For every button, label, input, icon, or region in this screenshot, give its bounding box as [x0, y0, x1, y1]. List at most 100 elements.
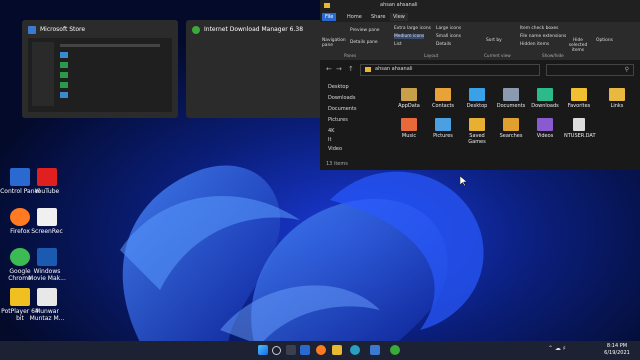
file-item[interactable]: Saved Games — [462, 118, 492, 145]
ribbon-group-current-view: Current view — [484, 53, 511, 58]
details-pane-button[interactable]: Details pane — [350, 40, 378, 45]
desktop-icon-screenrec[interactable]: ScreenRec — [27, 208, 67, 235]
details-option[interactable]: Details — [436, 42, 451, 47]
file-item[interactable]: Documents — [496, 88, 526, 109]
nav-item-video[interactable]: Video — [328, 146, 342, 152]
clock-time[interactable]: 8:14 PM — [600, 343, 634, 349]
up-arrow-icon[interactable]: ↑ — [348, 65, 354, 73]
medium-icons-option[interactable]: Medium icons — [394, 34, 425, 39]
small-icons-option[interactable]: Small icons — [436, 34, 461, 39]
file-item[interactable]: Contacts — [428, 88, 458, 109]
favorites-folder-icon — [571, 88, 587, 101]
list-option[interactable]: List — [394, 42, 402, 47]
back-arrow-icon[interactable]: ← — [326, 65, 332, 73]
file-explorer-window: ahsan ahsanali File Home Share View Navi… — [320, 0, 640, 170]
file-name: Downloads — [531, 103, 559, 109]
nav-item-pictures[interactable]: Pictures — [328, 117, 348, 123]
file-item[interactable]: Links — [602, 88, 632, 109]
desktop-icon-youtube[interactable]: YouTube — [27, 168, 67, 195]
file-name: Videos — [536, 133, 554, 139]
nav-item-downloads[interactable]: Downloads — [328, 95, 355, 101]
ribbon-tabs: File Home Share View — [320, 12, 640, 22]
sort-by-button[interactable]: Sort by — [486, 38, 502, 43]
youtube-icon — [37, 168, 57, 186]
searches-folder-icon — [503, 118, 519, 131]
tab-file[interactable]: File — [322, 13, 337, 21]
hidden-items-toggle[interactable]: Hidden items — [520, 42, 549, 47]
address-bar[interactable]: ahsan ahsanali — [360, 64, 540, 76]
address-row: ← → ↑ ahsan ahsanali ⚲ — [320, 62, 640, 76]
ribbon: Navigation pane Preview pane Details pan… — [320, 22, 640, 60]
snap-thumbnail-idm[interactable]: Internet Download Manager 6.38 — [186, 20, 342, 118]
title-bar: ahsan ahsanali — [320, 0, 640, 12]
file-item[interactable]: AppData — [394, 88, 424, 109]
forward-arrow-icon[interactable]: → — [336, 65, 342, 73]
thumbnail-title: Microsoft Store — [40, 26, 86, 33]
desktop-icon-label: Munwar Muntaz M... — [29, 308, 65, 322]
movie-maker-icon — [37, 248, 57, 266]
tab-share[interactable]: Share — [368, 13, 388, 21]
item-check-boxes-toggle[interactable]: Item check boxes — [520, 26, 558, 31]
options-button[interactable]: Options — [596, 38, 613, 43]
desktop-icon-movie-maker[interactable]: Windows Movie Mak... — [27, 248, 67, 282]
file-name: AppData — [398, 103, 420, 109]
task-view-icon[interactable] — [286, 345, 296, 355]
snap-thumbnail-microsoft-store[interactable]: Microsoft Store — [22, 20, 178, 118]
screenrec-icon — [37, 208, 57, 226]
edge-taskbar-icon[interactable] — [350, 345, 360, 355]
taskbar: ⌃ ☁ ♯ 8:14 PM 6/19/2021 — [0, 341, 640, 360]
desktop-icon-label: YouTube — [34, 188, 60, 195]
ribbon-group-panes: Panes — [344, 53, 357, 58]
saved-games-folder-icon — [469, 118, 485, 131]
nav-item-desktop[interactable]: Desktop — [328, 84, 349, 90]
system-tray[interactable]: ⌃ ☁ ♯ — [548, 345, 566, 352]
address-text: ahsan ahsanali — [375, 66, 413, 72]
desktop-icon-munwar[interactable]: Munwar Muntaz M... — [27, 288, 67, 322]
search-box[interactable]: ⚲ — [546, 64, 634, 76]
start-icon[interactable] — [258, 345, 268, 355]
idm-icon — [192, 26, 200, 34]
firefox-taskbar-icon[interactable] — [316, 345, 326, 355]
ribbon-group-layout: Layout — [424, 53, 439, 58]
desktop-folder-icon — [469, 88, 485, 101]
tab-view[interactable]: View — [390, 13, 408, 21]
preview-pane-button[interactable]: Preview pane — [350, 28, 379, 33]
file-name: Links — [610, 103, 624, 109]
nav-item-documents[interactable]: Documents — [328, 106, 357, 112]
videos-folder-icon — [537, 118, 553, 131]
file-name: NTUSER.DAT — [564, 133, 596, 139]
file-item[interactable]: Favorites — [564, 88, 594, 109]
idm-taskbar-icon[interactable] — [390, 345, 400, 355]
file-name: Searches — [499, 133, 523, 139]
file-item[interactable]: Downloads — [530, 88, 560, 109]
widgets-icon[interactable] — [300, 345, 310, 355]
file-name: Music — [401, 133, 417, 139]
folder-icon — [401, 88, 417, 101]
tab-home[interactable]: Home — [344, 13, 365, 21]
clock-date[interactable]: 6/19/2021 — [600, 350, 634, 356]
file-name: Documents — [496, 103, 526, 109]
extra-large-icons-option[interactable]: Extra large icons — [394, 26, 431, 31]
file-item[interactable]: Music — [394, 118, 424, 139]
hide-selected-items-button[interactable]: Hide selected items — [564, 38, 592, 53]
file-item[interactable]: NTUSER.DAT — [564, 118, 596, 139]
file-item[interactable]: Desktop — [462, 88, 492, 109]
navigation-pane: Desktop Downloads Documents Pictures 4K … — [320, 80, 382, 158]
window-title: ahsan ahsanali — [380, 2, 418, 8]
file-item[interactable]: Pictures — [428, 118, 458, 139]
status-bar: 13 items — [326, 161, 348, 167]
nav-item-4k[interactable]: 4K — [328, 128, 334, 134]
nav-item-it[interactable]: It — [328, 137, 331, 143]
store-taskbar-icon[interactable] — [370, 345, 380, 355]
search-icon[interactable] — [272, 346, 281, 355]
file-item[interactable]: Searches — [496, 118, 526, 139]
file-explorer-taskbar-icon[interactable] — [332, 345, 342, 355]
file-item[interactable]: Videos — [530, 118, 560, 139]
file-name: Pictures — [433, 133, 453, 139]
file-name: Desktop — [466, 103, 488, 109]
file-name-extensions-toggle[interactable]: File name extensions — [520, 34, 566, 39]
file-name: Favorites — [567, 103, 591, 109]
store-icon — [28, 26, 36, 34]
large-icons-option[interactable]: Large icons — [436, 26, 461, 31]
navigation-pane-button[interactable]: Navigation pane — [322, 38, 346, 48]
